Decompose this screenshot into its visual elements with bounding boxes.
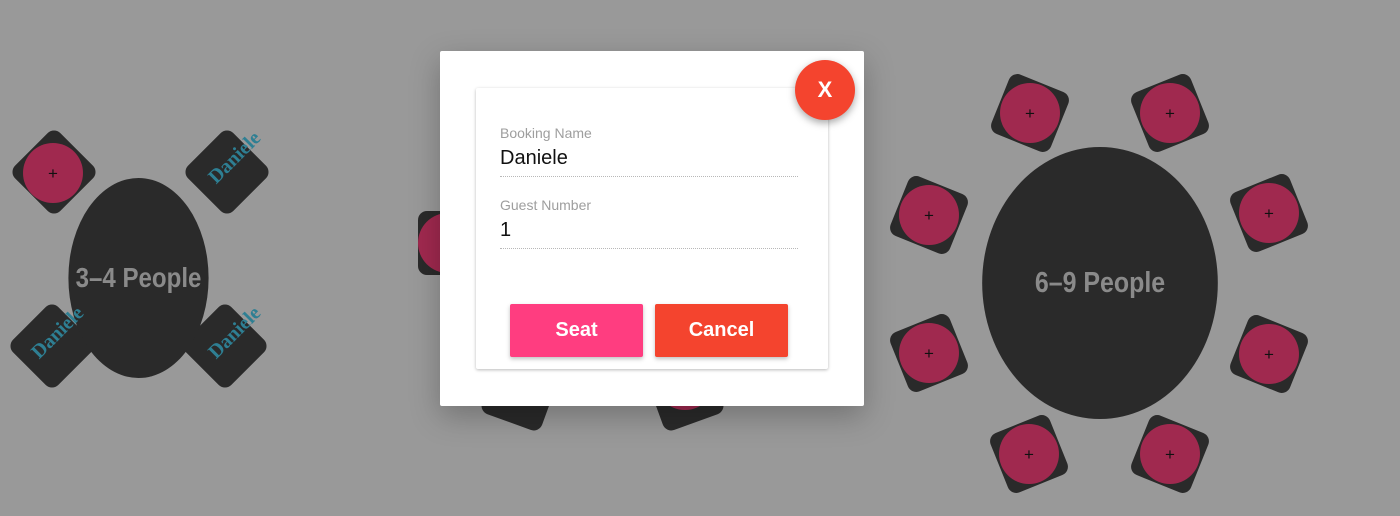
plus-icon: + <box>1025 103 1035 123</box>
booking-name-field[interactable]: Booking Name Daniele <box>500 125 798 177</box>
table-3-4-people[interactable]: 3–4 People <box>68 178 209 378</box>
plus-icon: + <box>1165 103 1175 123</box>
add-guest-button[interactable]: + <box>899 185 959 245</box>
seat-button[interactable]: Seat <box>510 304 643 357</box>
booking-name-label: Booking Name <box>500 125 592 141</box>
plus-icon: + <box>924 205 934 225</box>
cancel-button[interactable]: Cancel <box>655 304 788 357</box>
guest-number-input[interactable]: 1 <box>500 215 798 249</box>
plus-icon: + <box>1024 444 1034 464</box>
close-button[interactable]: X <box>795 60 855 120</box>
booking-form-card: Booking Name Daniele Guest Number 1 Seat… <box>476 88 828 369</box>
close-icon: X <box>817 77 833 102</box>
table-label: 6–9 People <box>1034 266 1166 299</box>
add-guest-button[interactable]: + <box>1239 324 1299 384</box>
add-guest-button[interactable]: + <box>23 143 83 203</box>
plus-icon: + <box>1264 203 1274 223</box>
table-6-9-people[interactable]: 6–9 People <box>982 147 1218 419</box>
add-guest-button[interactable]: + <box>1140 83 1200 143</box>
add-guest-button[interactable]: + <box>999 424 1059 484</box>
add-guest-button[interactable]: + <box>1000 83 1060 143</box>
booking-name-input[interactable]: Daniele <box>500 143 798 177</box>
plus-icon: + <box>48 163 58 183</box>
add-guest-button[interactable]: + <box>1239 183 1299 243</box>
plus-icon: + <box>1264 344 1274 364</box>
table-label: 3–4 People <box>75 262 202 293</box>
plus-icon: + <box>1165 444 1175 464</box>
add-guest-button[interactable]: + <box>1140 424 1200 484</box>
guest-number-label: Guest Number <box>500 197 592 213</box>
add-guest-button[interactable]: + <box>899 323 959 383</box>
guest-number-field[interactable]: Guest Number 1 <box>500 197 798 249</box>
plus-icon: + <box>924 343 934 363</box>
